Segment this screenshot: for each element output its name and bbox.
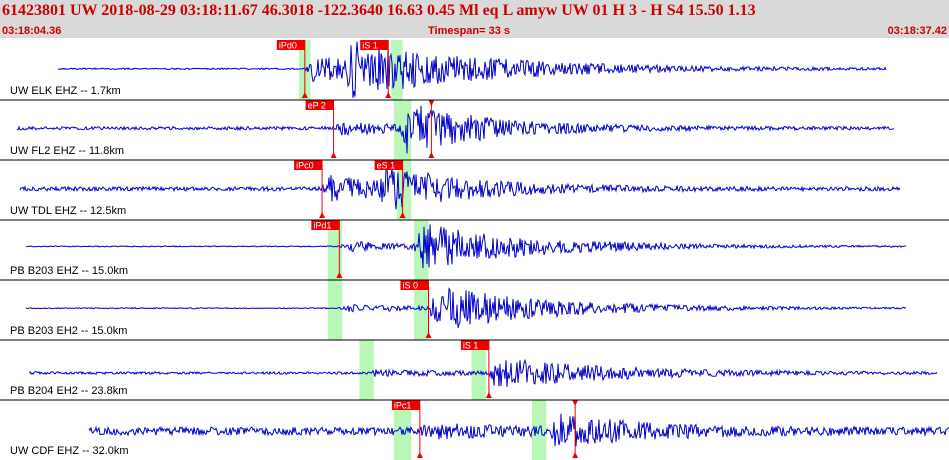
pick-marker-icon	[385, 92, 392, 98]
pick-label: iPc0	[296, 161, 314, 171]
station-label: PB B203 EH2 -- 15.0km	[10, 325, 127, 337]
trace-row[interactable]: iPc0 eS 1 UW TDL EHZ -- 12.5km	[0, 159, 949, 220]
station-label: UW TDL EHZ -- 12.5km	[10, 205, 126, 217]
station-label: UW CDF EHZ -- 32.0km	[10, 445, 129, 457]
trace-row[interactable]: iPc1 UW CDF EHZ -- 32.0km	[0, 399, 949, 460]
pick-marker-icon[interactable]	[572, 400, 579, 406]
pick-label: iS 0	[402, 281, 418, 291]
station-label: UW ELK EHZ -- 1.7km	[10, 85, 121, 97]
seismogram-panel[interactable]: iPd0 iS 1 UW ELK EHZ -- 1.7km eP 2 UW FL2 EH…	[0, 0, 949, 460]
pick-label: iPd1	[313, 221, 331, 231]
pick-marker-icon[interactable]	[428, 100, 435, 106]
waveform-line	[25, 287, 906, 329]
pick-window	[327, 280, 343, 340]
trace-row[interactable]: iS 1 PB B204 EH2 -- 23.8km	[0, 339, 949, 400]
waveform-line	[25, 224, 907, 269]
waveform-line	[58, 41, 887, 98]
pick-window	[393, 100, 412, 160]
pick-marker-icon	[428, 152, 435, 158]
pick-marker-icon	[330, 152, 337, 158]
pick-label: iPc1	[394, 401, 412, 411]
pick-label: iS 1	[463, 341, 479, 351]
waveform-line	[19, 165, 901, 210]
trace-row[interactable]: iS 0 PB B203 EH2 -- 15.0km	[0, 279, 949, 340]
trace-row[interactable]: iPd0 iS 1 UW ELK EHZ -- 1.7km	[10, 40, 887, 100]
station-label: PB B204 EH2 -- 23.8km	[10, 385, 127, 397]
trace-row[interactable]: iPd1 PB B203 EHZ -- 15.0km	[0, 219, 949, 280]
station-label: PB B203 EHZ -- 15.0km	[10, 265, 128, 277]
pick-marker-icon	[416, 452, 423, 458]
waveform-line	[88, 413, 949, 447]
pick-marker-icon	[485, 392, 492, 398]
station-label: UW FL2 EHZ -- 11.8km	[10, 145, 124, 157]
pick-label: iS 1	[362, 41, 378, 51]
pick-marker-icon	[319, 212, 326, 218]
waveform-line	[16, 105, 895, 154]
pick-marker-icon	[572, 452, 579, 458]
trace-row[interactable]: eP 2 UW FL2 EHZ -- 11.8km	[0, 99, 949, 160]
pick-label: eS 1	[377, 161, 396, 171]
pick-label: eP 2	[308, 101, 326, 111]
pick-label: iPd0	[279, 41, 297, 51]
pick-window	[359, 340, 374, 400]
